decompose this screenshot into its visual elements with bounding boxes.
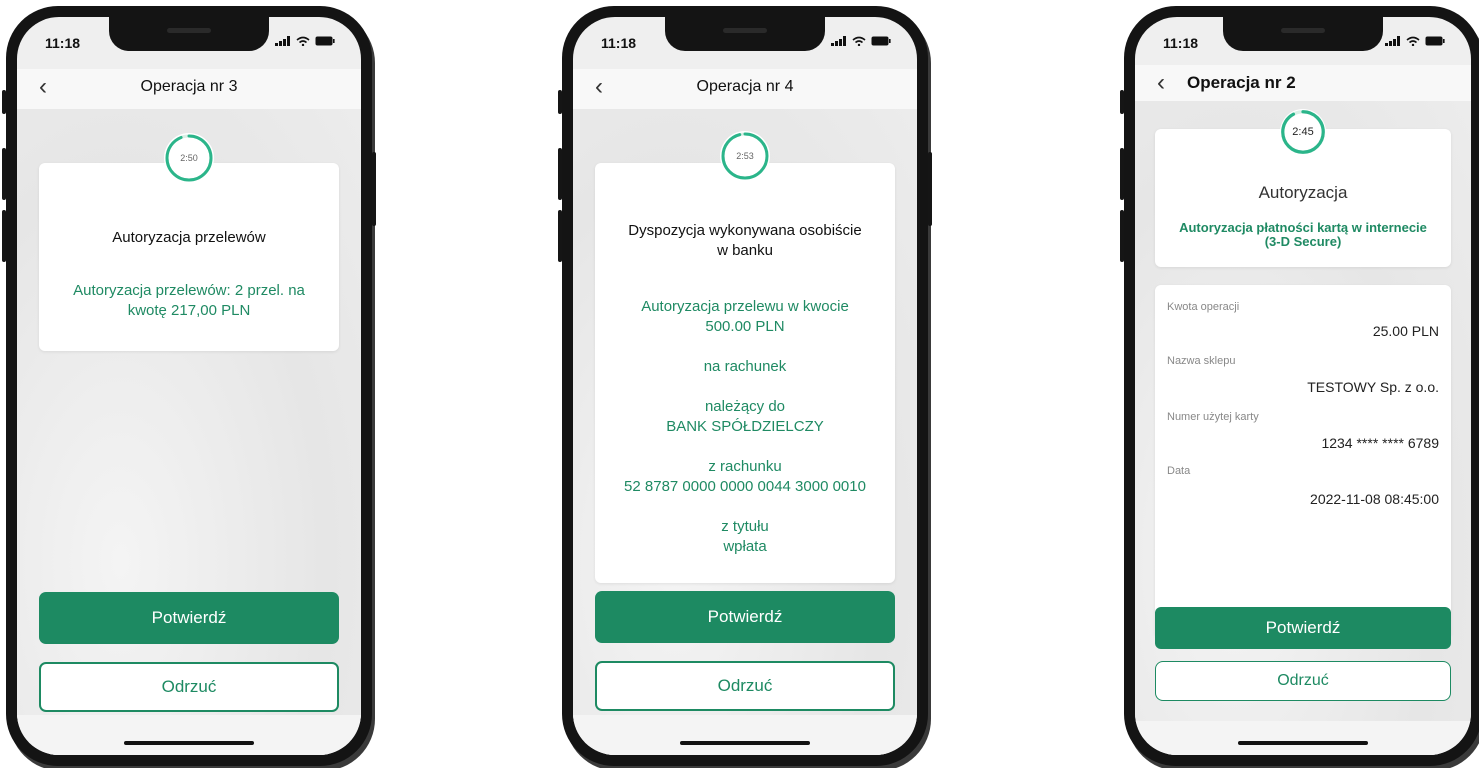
wifi-icon (1406, 36, 1420, 46)
screen: ‹ Operacja nr 3 11:18 2:50 Autoryzacja p… (17, 17, 361, 755)
details-card: Kwota operacji 25.00 PLN Nazwa sklepu TE… (1155, 285, 1451, 635)
transfer-title-value: wpłata (723, 538, 767, 555)
home-indicator (1238, 741, 1368, 745)
notch (109, 17, 269, 51)
detail-label-amount: Kwota operacji (1167, 301, 1240, 313)
battery-icon (1425, 36, 1445, 46)
app-bar: ‹ Operacja nr 2 (1135, 65, 1471, 101)
speaker (723, 28, 767, 33)
detail-value-shop: TESTOWY Sp. z o.o. (1307, 379, 1439, 395)
owner-value: BANK SPÓŁDZIELCZY (666, 418, 824, 435)
detail-value-date: 2022-11-08 08:45:00 (1310, 491, 1439, 507)
signal-icon (1385, 36, 1400, 46)
card-title-line: Dyspozycja wykonywana osobiście (628, 222, 862, 239)
back-chevron-icon[interactable]: ‹ (1157, 69, 1165, 97)
timer-text: 2:53 (736, 151, 754, 161)
card-subtitle-line: Autoryzacja płatności kartą w internecie (1179, 220, 1427, 235)
card-subtitle-line: (3-D Secure) (1264, 234, 1342, 249)
battery-icon (871, 36, 891, 46)
owner-label: należący do (704, 398, 786, 415)
status-time: 11:18 (45, 35, 81, 51)
battery-icon (315, 36, 335, 46)
card-title: Autoryzacja (1258, 183, 1348, 202)
wifi-icon (296, 36, 310, 46)
side-button (2, 210, 6, 262)
wifi-icon (852, 36, 866, 46)
transfer-title-label: z tytułu (721, 518, 769, 535)
confirm-button[interactable]: Potwierdź (39, 592, 339, 644)
amount-line: Autoryzacja przelewu w kwocie (641, 298, 849, 315)
status-time: 11:18 (601, 35, 637, 51)
side-button (928, 152, 932, 226)
detail-label-shop: Nazwa sklepu (1167, 355, 1236, 367)
signal-icon (275, 36, 290, 46)
reject-button[interactable]: Odrzuć (595, 661, 895, 711)
countdown-timer: 2:50 (164, 133, 214, 183)
speaker (1281, 28, 1325, 33)
speaker (167, 28, 211, 33)
phone-operacja-3: ‹ Operacja nr 3 11:18 2:50 Autoryzacja p… (2, 6, 376, 766)
app-bar: ‹ Operacja nr 3 (17, 69, 361, 109)
countdown-timer: 2:45 (1280, 109, 1326, 155)
screen: ‹ Operacja nr 4 11:18 2:53 Dyspozycja wy… (573, 17, 917, 755)
detail-value-card: 1234 **** **** 6789 (1321, 435, 1439, 451)
reject-button[interactable]: Odrzuć (39, 662, 339, 712)
screen: ‹ Operacja nr 2 11:18 2:45 Autoryzacja A… (1135, 17, 1471, 755)
detail-label-date: Data (1167, 465, 1191, 477)
confirm-button[interactable]: Potwierdź (1155, 607, 1451, 649)
reject-button[interactable]: Odrzuć (1155, 661, 1451, 701)
transfer-summary-line: Autoryzacja przelewów: 2 przel. na (73, 282, 305, 299)
detail-value-amount: 25.00 PLN (1372, 323, 1439, 339)
confirm-button[interactable]: Potwierdź (595, 591, 895, 643)
app-bar: ‹ Operacja nr 4 (573, 69, 917, 109)
timer-text: 2:50 (180, 153, 198, 163)
bottom-strip (1135, 721, 1471, 755)
card-title-line: w banku (717, 242, 773, 259)
notch (665, 17, 825, 51)
amount-value: 500.00 PLN (705, 318, 785, 335)
home-indicator (680, 741, 810, 745)
to-account-label: na rachunek (703, 358, 787, 375)
home-indicator (124, 741, 254, 745)
status-icons (831, 36, 891, 46)
notch (1223, 17, 1383, 51)
phone-operacja-4: ‹ Operacja nr 4 11:18 2:53 Dyspozycja wy… (558, 6, 932, 766)
side-button (1120, 210, 1124, 262)
side-button (1120, 148, 1124, 200)
timer-text: 2:45 (1292, 126, 1314, 138)
bottom-strip (573, 715, 917, 755)
transfer-amount-line: kwotę 217,00 PLN (127, 302, 251, 319)
detail-label-card: Numer użytej karty (1167, 411, 1259, 423)
side-button (558, 148, 562, 200)
countdown-timer: 2:53 (720, 131, 770, 181)
bottom-strip (17, 715, 361, 755)
side-button (558, 90, 562, 114)
page-title: Operacja nr 4 (696, 78, 794, 95)
from-account-value: 52 8787 0000 0000 0044 3000 0010 (624, 478, 866, 495)
from-account-label: z rachunku (708, 458, 782, 475)
side-button (558, 210, 562, 262)
signal-icon (831, 36, 846, 46)
status-time: 11:18 (1163, 35, 1199, 51)
page-title: Operacja nr 3 (140, 78, 238, 95)
authorization-card (39, 163, 339, 351)
side-button (372, 152, 376, 226)
side-button (2, 90, 6, 114)
side-button (1120, 90, 1124, 114)
side-button (2, 148, 6, 200)
card-title: Autoryzacja przelewów (112, 229, 266, 246)
status-icons (1385, 36, 1445, 46)
phone-operacja-2: ‹ Operacja nr 2 11:18 2:45 Autoryzacja A… (1120, 6, 1479, 766)
status-icons (275, 36, 335, 46)
page-title: Operacja nr 2 (1187, 73, 1296, 92)
